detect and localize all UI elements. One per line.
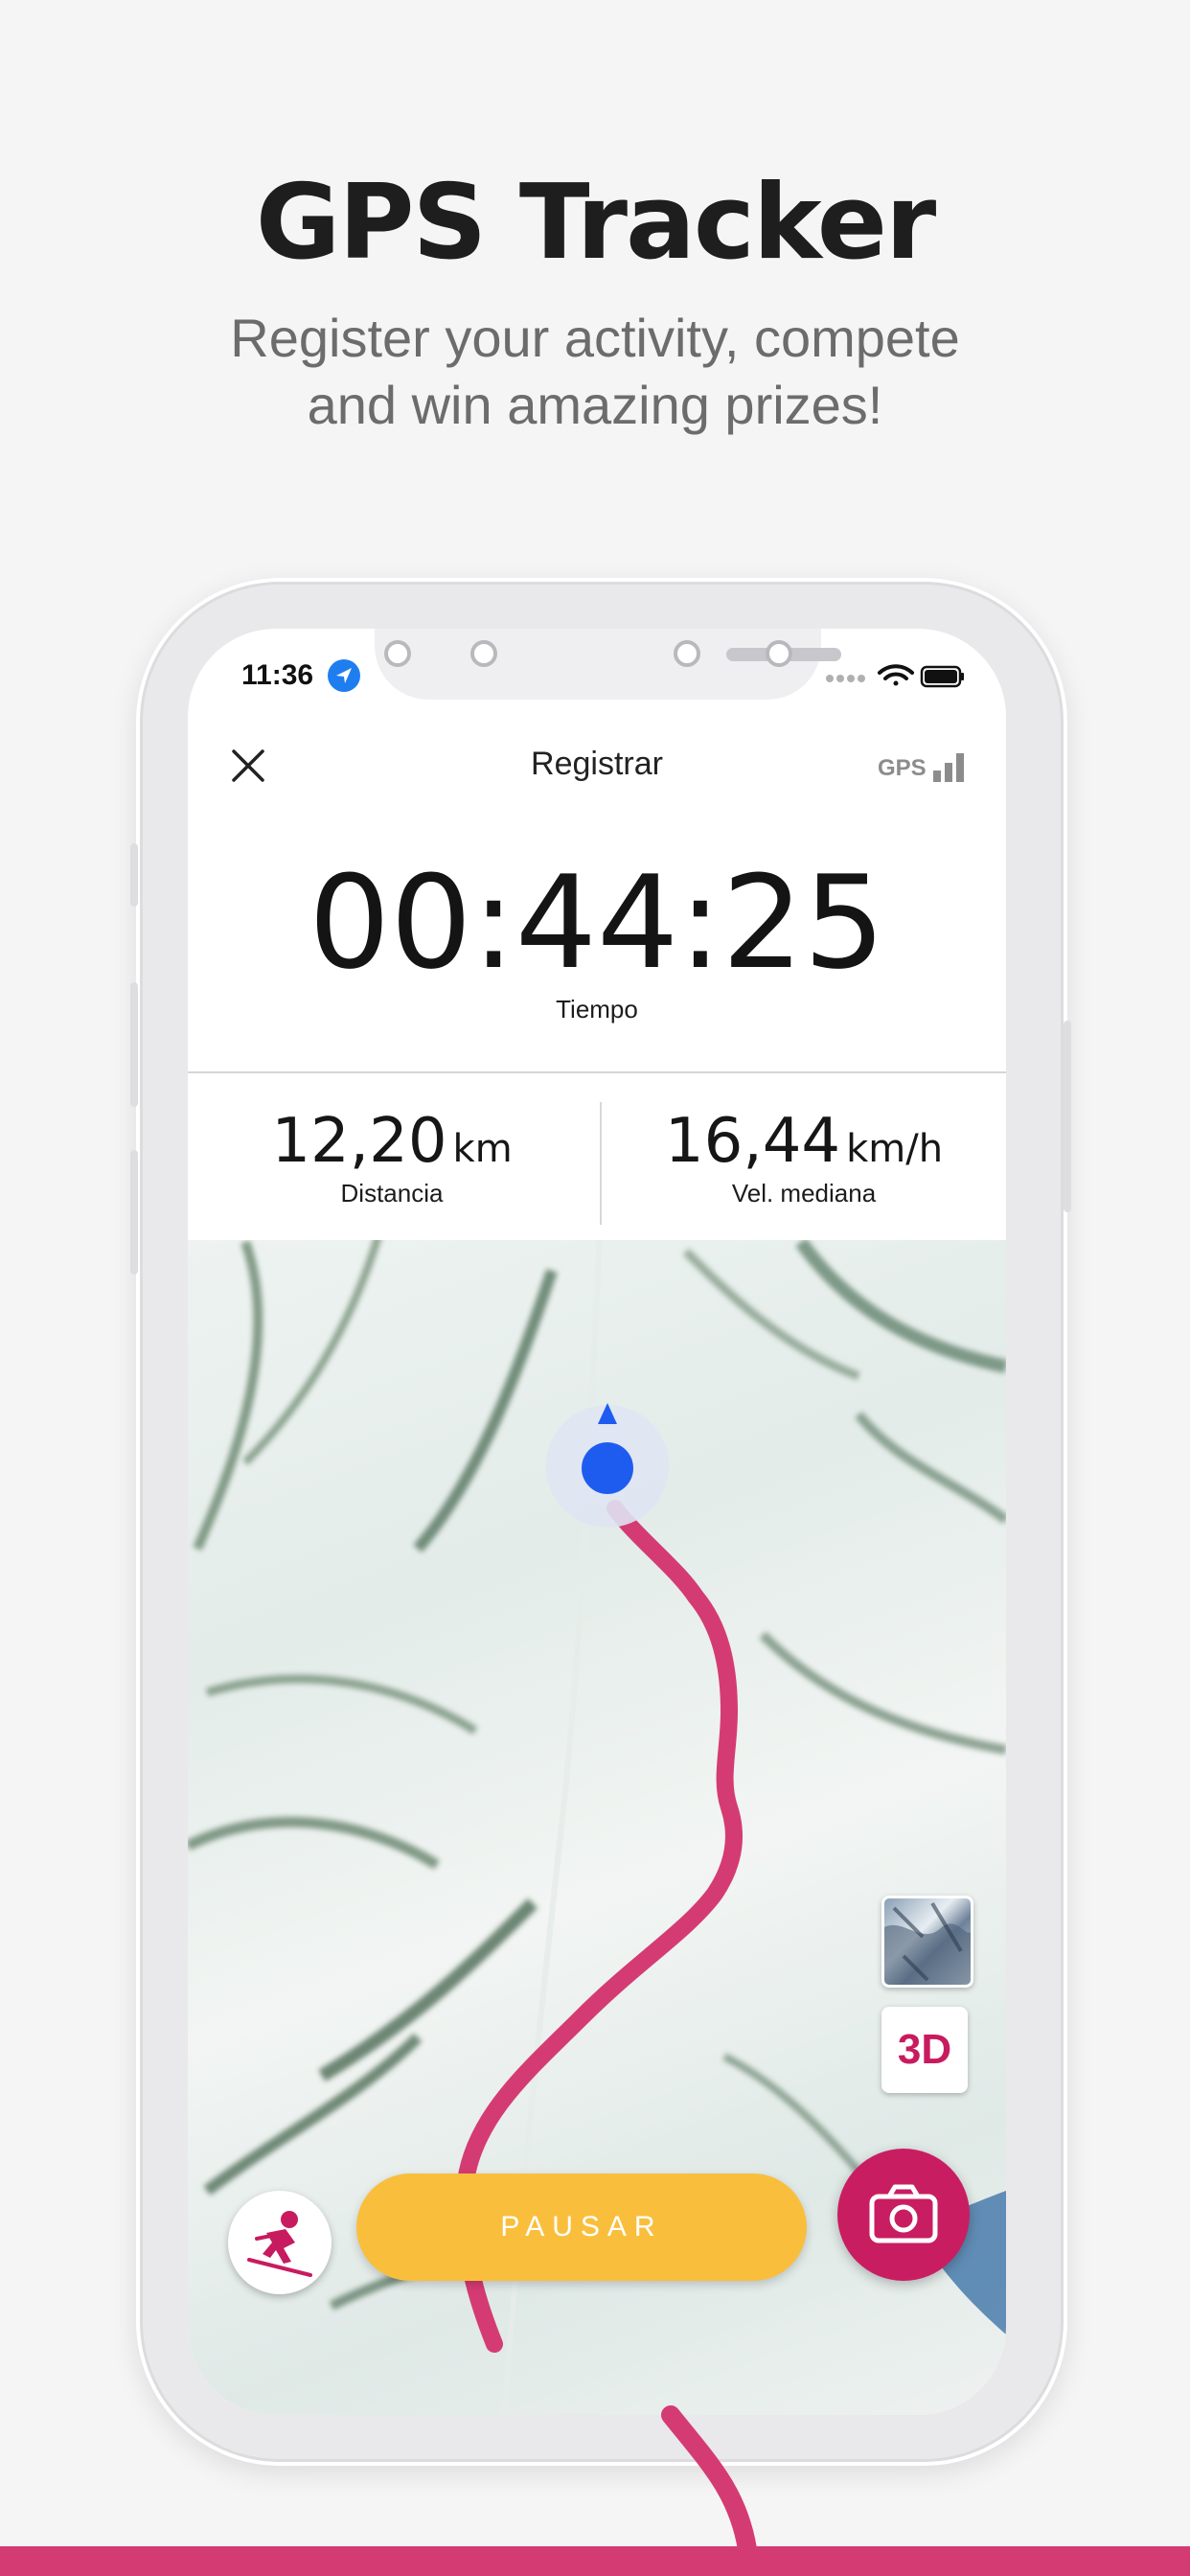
accent-bar [0,2546,1190,2576]
status-time: 11:36 [241,659,314,691]
camera-icon [869,2184,938,2243]
pause-button[interactable]: PAUSAR [356,2174,807,2281]
avg-speed-label: Vel. mediana [731,1179,877,1208]
volume-down-button [130,1150,138,1275]
timer-panel: 00:44:25 Tiempo [188,809,1006,1073]
current-location-dot [582,1442,633,1494]
distance-label: Distancia [340,1179,444,1208]
promo-title: GPS Tracker [255,163,937,283]
sensor-dot [470,640,497,667]
distance-number: 12,20 [271,1106,447,1177]
distance-value: 12,20 km [188,1106,596,1177]
elapsed-time: 00:44:25 [309,848,885,998]
power-button [1064,1021,1071,1212]
camera-button[interactable] [837,2149,970,2281]
avg-speed-stat: 16,44 km/h Vel. mediana [600,1073,1006,1240]
notch [375,629,841,700]
elapsed-time-label: Tiempo [556,995,638,1024]
volume-up-button [130,982,138,1107]
sensor-dot [766,640,792,667]
distance-unit: km [452,1127,513,1171]
avg-speed-number: 16,44 [664,1106,841,1177]
gps-label: GPS [878,755,927,781]
sensor-dot [384,640,411,667]
3d-view-button[interactable]: 3D [881,2007,968,2093]
skier-icon [247,2211,312,2277]
status-icons [822,659,966,692]
location-arrow-icon [328,659,360,692]
map-layer-button[interactable] [881,1896,973,1988]
activity-type-button[interactable] [228,2191,332,2294]
promo-subtitle-line-2: and win amazing prizes! [307,375,883,435]
app-screen: 11:36 Registrar GPS 00:44:25 Tiempo 12,2… [188,629,1006,2415]
promo-subtitle: Register your activity, compete and win … [116,305,1074,439]
avg-speed-value: 16,44 km/h [600,1106,1006,1177]
promo-subtitle-line-1: Register your activity, compete [230,308,960,368]
map-layer-icon [884,1901,971,1985]
signal-bars-icon [933,746,972,782]
sensor-dot [674,640,700,667]
wifi-icon [878,664,914,686]
nav-bar: Registrar GPS [188,724,1006,811]
avg-speed-unit: km/h [846,1127,944,1171]
stats-panel: 12,20 km Distancia 16,44 km/h Vel. mediana [188,1073,1006,1240]
signal-dots-icon [826,675,865,682]
distance-stat: 12,20 km Distancia [188,1073,596,1240]
battery-icon [920,665,964,688]
mute-switch [130,843,138,907]
